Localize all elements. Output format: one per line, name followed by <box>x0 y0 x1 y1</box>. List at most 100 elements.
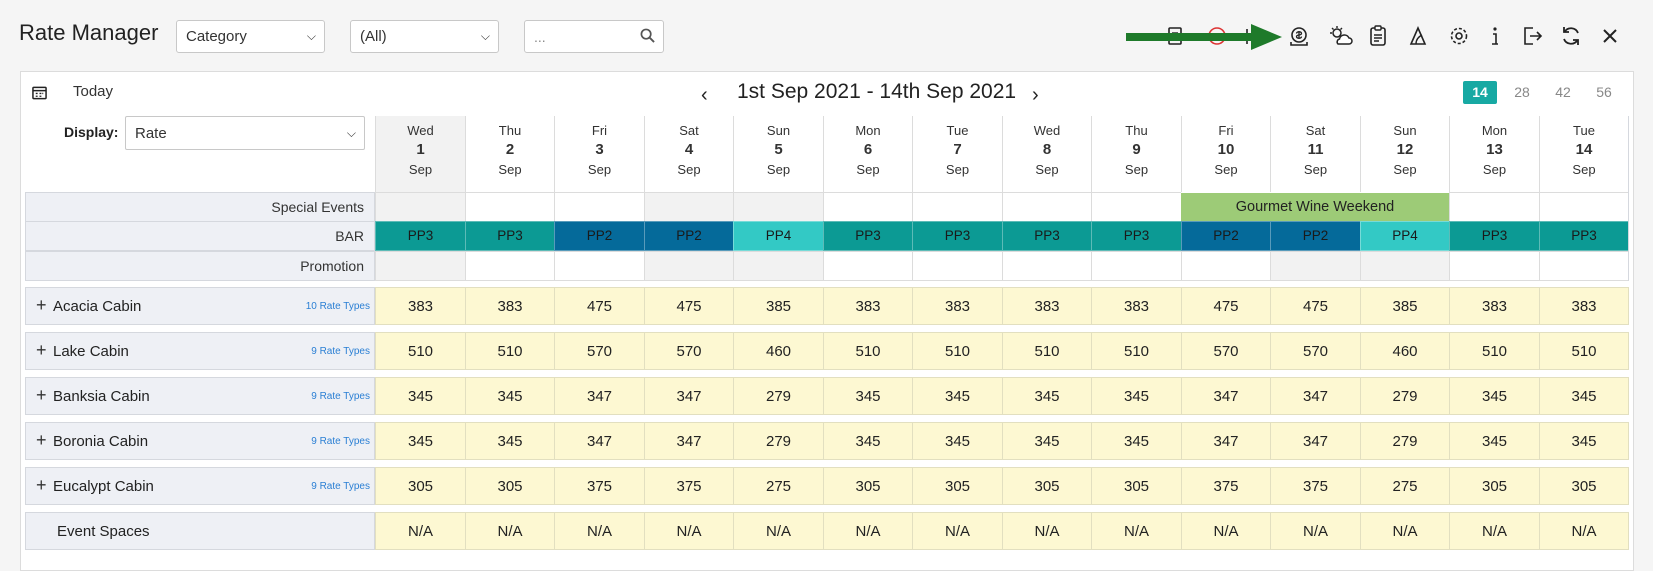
rate-cell[interactable]: 345 <box>912 377 1002 415</box>
rate-cell[interactable]: 345 <box>375 422 465 460</box>
special-event-cell[interactable] <box>465 192 554 222</box>
rate-cell[interactable]: 347 <box>1181 377 1270 415</box>
promotion-cell[interactable] <box>554 251 644 281</box>
rate-cell[interactable]: 305 <box>912 467 1002 505</box>
chevron-left-icon[interactable]: ‹ <box>701 84 708 107</box>
bar-cell[interactable]: PP2 <box>1270 221 1360 251</box>
category-select[interactable]: Category ⌵ <box>176 20 325 53</box>
rate-cell[interactable]: N/A <box>1449 512 1539 550</box>
rate-upload-icon[interactable] <box>1287 24 1311 48</box>
pager-14[interactable]: 14 <box>1463 81 1497 104</box>
special-event-cell[interactable] <box>1002 192 1091 222</box>
rate-cell[interactable]: 510 <box>823 332 912 370</box>
special-event-cell[interactable] <box>823 192 912 222</box>
rate-cell[interactable]: 383 <box>465 287 554 325</box>
promotion-cell[interactable] <box>1002 251 1091 281</box>
rate-cell[interactable]: 570 <box>1181 332 1270 370</box>
rate-cell[interactable]: 375 <box>644 467 733 505</box>
rate-cell[interactable]: 345 <box>823 377 912 415</box>
logout-icon[interactable] <box>1520 24 1544 48</box>
rate-cell[interactable]: 345 <box>1002 422 1091 460</box>
rate-cell[interactable]: N/A <box>1270 512 1360 550</box>
rate-cell[interactable]: 345 <box>1091 422 1181 460</box>
rate-cell[interactable]: 279 <box>733 422 823 460</box>
rate-cell[interactable]: 475 <box>644 287 733 325</box>
rate-cell[interactable]: 510 <box>465 332 554 370</box>
expand-icon[interactable]: + <box>36 385 47 406</box>
rate-cell[interactable]: 383 <box>823 287 912 325</box>
promotion-cell[interactable] <box>1270 251 1360 281</box>
search-icon[interactable] <box>640 28 655 46</box>
bar-cell[interactable]: PP4 <box>733 221 823 251</box>
bar-cell[interactable]: PP3 <box>823 221 912 251</box>
info-icon[interactable] <box>1483 24 1507 48</box>
bar-cell[interactable]: PP2 <box>554 221 644 251</box>
rate-cell[interactable]: 345 <box>1002 377 1091 415</box>
pager-42[interactable]: 42 <box>1546 81 1580 104</box>
rate-cell[interactable]: 279 <box>1360 377 1449 415</box>
rate-cell[interactable]: 347 <box>1270 377 1360 415</box>
rate-cell[interactable]: 345 <box>1091 377 1181 415</box>
rate-types-link[interactable]: 10 Rate Types <box>306 301 370 312</box>
rate-cell[interactable]: 275 <box>733 467 823 505</box>
search-input[interactable]: ... <box>524 20 664 53</box>
calendar-icon[interactable] <box>32 85 47 105</box>
promotion-cell[interactable] <box>1091 251 1181 281</box>
rate-cell[interactable]: 275 <box>1360 467 1449 505</box>
rate-cell[interactable]: 347 <box>1181 422 1270 460</box>
rate-cell[interactable]: 510 <box>1449 332 1539 370</box>
expand-icon[interactable]: + <box>36 430 47 451</box>
bar-cell[interactable]: PP3 <box>1002 221 1091 251</box>
special-event-cell[interactable] <box>375 192 465 222</box>
rate-cell[interactable]: 475 <box>1181 287 1270 325</box>
bar-cell[interactable]: PP3 <box>1449 221 1539 251</box>
rate-cell[interactable]: 375 <box>1181 467 1270 505</box>
expand-icon[interactable]: + <box>36 340 47 361</box>
rate-cell[interactable]: N/A <box>912 512 1002 550</box>
rate-cell[interactable]: N/A <box>823 512 912 550</box>
rate-cell[interactable]: 385 <box>1360 287 1449 325</box>
rate-cell[interactable]: N/A <box>733 512 823 550</box>
rate-cell[interactable]: 347 <box>554 377 644 415</box>
rate-cell[interactable]: N/A <box>1002 512 1091 550</box>
rate-cell[interactable]: 345 <box>912 422 1002 460</box>
rate-cell[interactable]: 345 <box>1539 377 1628 415</box>
rate-cell[interactable]: 347 <box>644 377 733 415</box>
rate-cell[interactable]: 383 <box>375 287 465 325</box>
rate-cell[interactable]: N/A <box>1360 512 1449 550</box>
pager-56[interactable]: 56 <box>1587 81 1621 104</box>
bar-cell[interactable]: PP3 <box>1539 221 1628 251</box>
rate-cell[interactable]: 279 <box>733 377 823 415</box>
special-event-cell[interactable] <box>733 192 823 222</box>
rate-cell[interactable]: 475 <box>1270 287 1360 325</box>
bar-cell[interactable]: PP4 <box>1360 221 1449 251</box>
expand-icon[interactable]: + <box>36 475 47 496</box>
rate-cell[interactable]: 305 <box>465 467 554 505</box>
rate-types-link[interactable]: 9 Rate Types <box>311 436 370 447</box>
expand-icon[interactable]: + <box>36 295 47 316</box>
rate-cell[interactable]: 375 <box>554 467 644 505</box>
rate-cell[interactable]: 570 <box>1270 332 1360 370</box>
rate-cell[interactable]: N/A <box>465 512 554 550</box>
special-event-cell[interactable] <box>1539 192 1628 222</box>
rate-cell[interactable]: 345 <box>465 422 554 460</box>
rate-cell[interactable]: N/A <box>1181 512 1270 550</box>
special-event[interactable]: Gourmet Wine Weekend <box>1181 193 1449 222</box>
rate-cell[interactable]: 279 <box>1360 422 1449 460</box>
bar-cell[interactable]: PP3 <box>465 221 554 251</box>
promotion-cell[interactable] <box>1449 251 1539 281</box>
close-icon[interactable] <box>1598 24 1622 48</box>
rate-cell[interactable]: 345 <box>1539 422 1628 460</box>
rate-cell[interactable]: 345 <box>823 422 912 460</box>
rate-cell[interactable]: N/A <box>644 512 733 550</box>
alert-icon[interactable] <box>1406 24 1430 48</box>
rate-cell[interactable]: 305 <box>1002 467 1091 505</box>
rate-cell[interactable]: N/A <box>1539 512 1628 550</box>
promotion-cell[interactable] <box>644 251 733 281</box>
promotion-cell[interactable] <box>465 251 554 281</box>
rate-cell[interactable]: 460 <box>733 332 823 370</box>
special-event-cell[interactable] <box>1449 192 1539 222</box>
rate-cell[interactable]: 347 <box>644 422 733 460</box>
rate-cell[interactable]: 475 <box>554 287 644 325</box>
rate-cell[interactable]: 347 <box>554 422 644 460</box>
